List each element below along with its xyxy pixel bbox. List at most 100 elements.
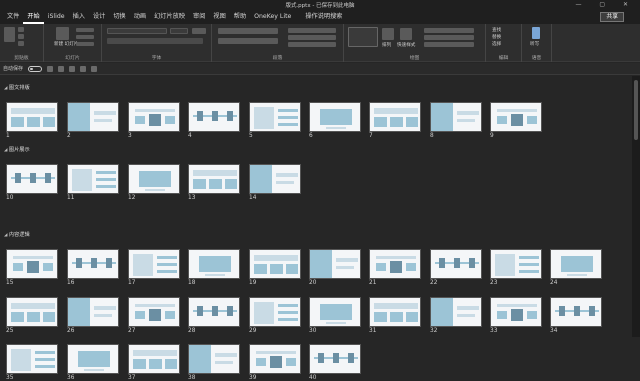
shape-fill-button[interactable] — [424, 28, 474, 33]
new-slide-label[interactable]: 新建 幻灯片 — [54, 41, 78, 47]
slide-thumbnail[interactable] — [67, 297, 119, 327]
slide-thumbnail[interactable] — [6, 344, 58, 374]
reset-button[interactable] — [76, 35, 94, 39]
slide-thumbnail[interactable] — [249, 102, 301, 132]
slide-thumbnail[interactable] — [6, 297, 58, 327]
smartart-button[interactable] — [288, 42, 336, 47]
slide-thumbnail[interactable] — [6, 102, 58, 132]
new-slide-icon[interactable] — [56, 27, 69, 40]
slide-number: 19 — [249, 280, 257, 286]
paste-icon[interactable] — [4, 27, 15, 42]
section-header[interactable]: 内容逻辑 — [4, 231, 30, 238]
redo-icon[interactable] — [69, 65, 76, 72]
slide-thumbnail[interactable] — [249, 249, 301, 279]
align-buttons[interactable] — [218, 38, 278, 44]
autosave-toggle[interactable] — [28, 65, 43, 72]
slide-thumbnail[interactable] — [188, 102, 240, 132]
format-painter-icon[interactable] — [18, 41, 24, 46]
text-direction-button[interactable] — [288, 28, 336, 33]
slide-thumbnail[interactable] — [430, 102, 482, 132]
shape-effects-button[interactable] — [424, 42, 474, 47]
slide-thumbnail[interactable] — [490, 249, 542, 279]
vertical-scrollbar[interactable] — [632, 76, 640, 337]
shape-outline-button[interactable] — [424, 35, 474, 40]
list-buttons[interactable] — [218, 28, 278, 34]
microphone-icon[interactable] — [532, 27, 540, 39]
find-button[interactable]: 查找 — [492, 27, 501, 33]
font-name-select[interactable] — [107, 28, 167, 34]
cut-icon[interactable] — [18, 27, 24, 32]
slide-thumbnail[interactable] — [309, 344, 361, 374]
quick-styles-label[interactable]: 快速样式 — [397, 42, 415, 48]
tab-9[interactable]: 视图 — [209, 10, 229, 24]
slide-thumbnail[interactable] — [67, 164, 119, 194]
select-button[interactable]: 选择 — [492, 41, 501, 47]
slide-thumbnail[interactable] — [188, 164, 240, 194]
slide-thumbnail[interactable] — [430, 249, 482, 279]
slide-thumbnail[interactable] — [369, 102, 421, 132]
undo-icon[interactable] — [58, 65, 65, 72]
slide-thumbnail[interactable] — [249, 297, 301, 327]
slide-thumbnail[interactable] — [67, 102, 119, 132]
slide-number: 35 — [6, 375, 14, 381]
window-controls[interactable]: — ▢ ✕ — [575, 1, 636, 8]
tab-5[interactable]: 切换 — [109, 10, 129, 24]
layout-button[interactable] — [76, 28, 94, 32]
slide-thumbnail[interactable] — [128, 164, 180, 194]
slide-thumbnail[interactable] — [67, 344, 119, 374]
tab-1[interactable]: 开始 — [23, 10, 44, 24]
arrange-label[interactable]: 排列 — [382, 42, 391, 48]
tab-3[interactable]: 插入 — [69, 10, 89, 24]
tab-4[interactable]: 设计 — [89, 10, 109, 24]
font-style-buttons[interactable] — [107, 38, 203, 44]
slide-thumbnail[interactable] — [490, 297, 542, 327]
tab-7[interactable]: 幻灯片放映 — [150, 10, 189, 24]
slide-thumbnail[interactable] — [249, 164, 301, 194]
slide-thumbnail[interactable] — [128, 102, 180, 132]
slide-thumbnail[interactable] — [309, 297, 361, 327]
copy-icon[interactable] — [18, 34, 24, 39]
tab-8[interactable]: 审阅 — [189, 10, 209, 24]
replace-button[interactable]: 替换 — [492, 34, 501, 40]
slide-thumbnail[interactable] — [67, 249, 119, 279]
share-button[interactable]: 共享 — [600, 12, 624, 22]
section-button[interactable] — [76, 42, 94, 46]
slide-thumbnail[interactable] — [188, 249, 240, 279]
slide-thumbnail[interactable] — [188, 297, 240, 327]
section-header[interactable]: 图片展示 — [4, 146, 30, 153]
slide-thumbnail[interactable] — [128, 344, 180, 374]
slide-thumbnail[interactable] — [309, 102, 361, 132]
tab-0[interactable]: 文件 — [3, 10, 23, 24]
font-grow-shrink-icons[interactable] — [192, 28, 206, 34]
font-size-select[interactable] — [170, 28, 188, 34]
slide-thumbnail[interactable] — [309, 249, 361, 279]
tab-6[interactable]: 动画 — [130, 10, 150, 24]
slide-thumbnail[interactable] — [128, 249, 180, 279]
dictate-label[interactable]: 听写 — [530, 41, 539, 47]
start-slideshow-icon[interactable] — [80, 65, 87, 72]
tab-12[interactable]: 操作说明搜索 — [301, 10, 346, 24]
slide-thumbnail[interactable] — [188, 344, 240, 374]
shapes-gallery[interactable] — [348, 27, 378, 47]
quick-styles-icon[interactable] — [400, 28, 412, 40]
slide-thumbnail[interactable] — [369, 249, 421, 279]
slide-number: 40 — [309, 375, 317, 381]
customize-qat-icon[interactable] — [91, 65, 98, 72]
align-text-button[interactable] — [288, 35, 336, 40]
tab-10[interactable]: 帮助 — [230, 10, 250, 24]
slide-thumbnail[interactable] — [430, 297, 482, 327]
slide-thumbnail[interactable] — [369, 297, 421, 327]
slide-thumbnail[interactable] — [6, 164, 58, 194]
slide-thumbnail[interactable] — [128, 297, 180, 327]
slide-thumbnail[interactable] — [490, 102, 542, 132]
tab-11[interactable]: OneKey Lite — [250, 10, 295, 24]
slide-thumbnail[interactable] — [6, 249, 58, 279]
arrange-icon[interactable] — [382, 28, 394, 40]
slide-thumbnail[interactable] — [550, 249, 602, 279]
tab-2[interactable]: iSlide — [44, 10, 69, 24]
slide-thumbnail[interactable] — [249, 344, 301, 374]
scrollbar-thumb[interactable] — [634, 80, 638, 140]
slide-thumbnail[interactable] — [550, 297, 602, 327]
section-header[interactable]: 图文排版 — [4, 84, 30, 91]
save-icon[interactable] — [47, 65, 54, 72]
